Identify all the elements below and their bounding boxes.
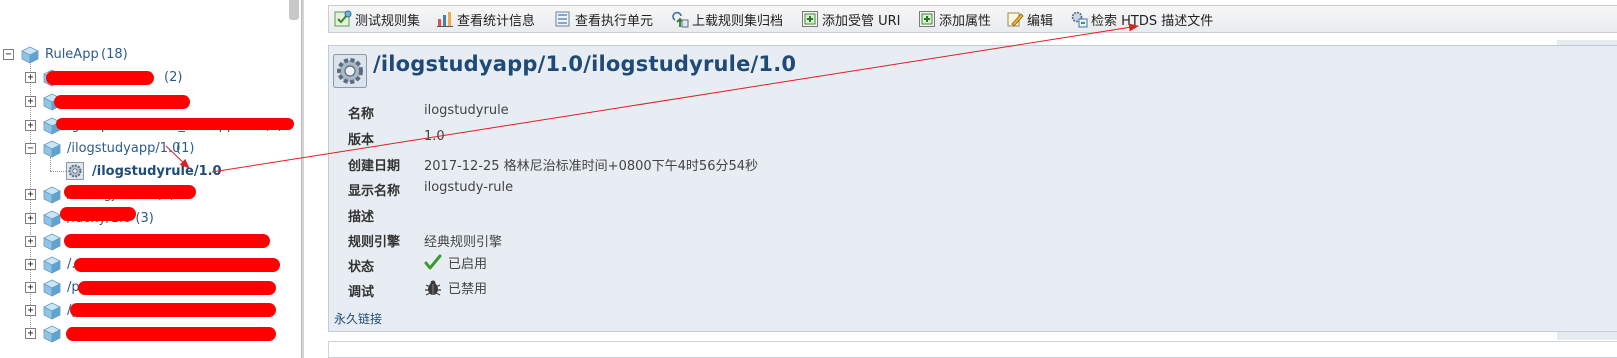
ruleset-gear-icon — [66, 162, 84, 180]
upload-ruleset-archive-label: 上载规则集归档 — [692, 13, 784, 29]
bug-icon — [425, 280, 441, 296]
redaction-mark — [70, 303, 276, 317]
expand-icon[interactable]: + — [25, 328, 36, 339]
ruleapp-cube-icon — [43, 279, 61, 297]
edit-label: 编辑 — [1027, 13, 1054, 29]
edit-button[interactable]: 编辑 — [1006, 6, 1053, 32]
test-ruleset-label: 测试规则集 — [355, 13, 421, 29]
retrieve-htds-file-label: 检索 HTDS 描述文件 — [1091, 13, 1214, 29]
redaction-mark — [64, 185, 196, 199]
ruleapp-cube-icon — [43, 256, 61, 274]
view-execution-units-label: 查看执行单元 — [575, 13, 654, 29]
tree-item[interactable]: + /idoxy/1.0 (3) — [0, 209, 290, 229]
prop-value-debug: 已禁用 — [448, 282, 488, 297]
expand-icon[interactable]: + — [25, 282, 36, 293]
upload-ruleset-archive-button[interactable]: 上载规则集归档 — [671, 6, 783, 32]
ruleset-large-gear-icon — [333, 54, 367, 88]
action-toolbar: 测试规则集 查看统计信息 查看执行单元 上载规则集归档 添加受管 URI 添加属… — [328, 5, 1617, 33]
tree-item-label: (2) — [164, 70, 183, 85]
prop-value-engine: 经典规则引擎 — [424, 235, 503, 250]
ruleset-detail-panel — [328, 45, 1617, 332]
prop-label-version: 版本 — [348, 133, 375, 148]
add-managed-uri-label: 添加受管 URI — [822, 13, 901, 29]
tree-root-label: RuleApp — [45, 47, 99, 62]
htds-retrieve-icon — [1071, 11, 1088, 28]
ruleapp-cube-icon — [43, 325, 61, 343]
redaction-mark — [54, 95, 190, 109]
expand-icon[interactable]: + — [25, 236, 36, 247]
ruleapp-cube-icon — [43, 210, 61, 228]
prop-label-status: 状态 — [348, 260, 375, 275]
page-title: /ilogstudyapp/1.0/ilogstudyrule/1.0 — [373, 52, 797, 76]
ruleapp-cube-icon — [43, 233, 61, 251]
retrieve-htds-file-button[interactable]: 检索 HTDS 描述文件 — [1070, 6, 1213, 32]
edit-icon — [1007, 12, 1024, 27]
prop-value-debug-row: 已禁用 — [424, 278, 487, 297]
rule-tree-panel: − RuleApp (18) + (2) + /grou + /groupcr.… — [0, 0, 301, 358]
add-uri-icon — [802, 11, 818, 27]
prop-value-version: 1.0 — [424, 129, 445, 144]
test-ruleset-icon — [334, 10, 352, 27]
expand-icon[interactable]: + — [25, 96, 36, 107]
prop-label-name: 名称 — [348, 107, 375, 122]
tree-item-label: /ilogstudyapp/1.0 — [67, 141, 181, 156]
collapse-icon[interactable]: − — [25, 143, 36, 154]
prop-value-status: 已启用 — [448, 257, 488, 272]
redaction-mark — [56, 118, 294, 130]
prop-value-display-name: ilogstudy-rule — [424, 180, 514, 195]
tree-selected-label: /ilogstudyrule/1.0 — [92, 163, 222, 179]
expand-icon[interactable]: + — [25, 259, 36, 270]
ruleapp-cube-icon — [43, 302, 61, 320]
prop-label-engine: 规则引擎 — [348, 235, 401, 250]
panel-splitter[interactable] — [301, 0, 304, 358]
redaction-mark — [66, 327, 276, 341]
redaction-mark — [60, 207, 136, 221]
expand-icon[interactable]: + — [25, 72, 36, 83]
add-property-icon — [919, 11, 935, 27]
prop-label-debug: 调试 — [348, 285, 375, 300]
test-ruleset-button[interactable]: 测试规则集 — [334, 6, 420, 32]
redaction-mark — [46, 71, 154, 85]
ruleapp-cube-icon — [43, 186, 61, 204]
expand-icon[interactable]: + — [25, 213, 36, 224]
tree-root-count: (18) — [101, 47, 128, 62]
expand-icon[interactable]: + — [25, 120, 36, 131]
tree-item-count: (1) — [176, 141, 195, 156]
redaction-mark — [74, 258, 280, 272]
prop-value-name: ilogstudyrule — [424, 103, 509, 118]
expand-icon[interactable]: + — [25, 189, 36, 200]
ruleapp-cube-icon — [21, 46, 39, 64]
prop-label-display-name: 显示名称 — [348, 184, 401, 199]
view-statistics-button[interactable]: 查看统计信息 — [436, 6, 535, 32]
upload-archive-icon — [672, 11, 689, 28]
tree-scrollbar-thumb[interactable] — [289, 0, 299, 20]
statistics-icon — [437, 12, 453, 27]
prop-value-created: 2017-12-25 格林尼治标准时间+0800下午4时56分54秒 — [424, 159, 759, 174]
check-icon — [424, 254, 442, 269]
view-statistics-label: 查看统计信息 — [457, 13, 536, 29]
prop-label-created: 创建日期 — [348, 159, 401, 174]
tree-item-ilogstudyrule[interactable]: /ilogstudyrule/1.0 — [0, 161, 290, 181]
execution-unit-icon — [555, 11, 570, 27]
redaction-mark — [64, 234, 270, 248]
expand-icon[interactable]: + — [25, 305, 36, 316]
view-execution-units-button[interactable]: 查看执行单元 — [554, 6, 653, 32]
prop-value-status-row: 已启用 — [424, 253, 487, 272]
prop-label-description: 描述 — [348, 210, 375, 225]
redaction-mark — [78, 281, 276, 295]
bottom-section — [328, 341, 1617, 358]
ruleapp-cube-icon — [43, 140, 61, 158]
add-property-button[interactable]: 添加属性 — [918, 6, 991, 32]
add-managed-uri-button[interactable]: 添加受管 URI — [801, 6, 901, 32]
permalink-link[interactable]: 永久链接 — [334, 310, 382, 327]
add-property-label: 添加属性 — [939, 13, 992, 29]
collapse-icon[interactable]: − — [3, 49, 14, 60]
tree-item-ilogstudyapp[interactable]: − /ilogstudyapp/1.0 (1) — [0, 139, 290, 159]
